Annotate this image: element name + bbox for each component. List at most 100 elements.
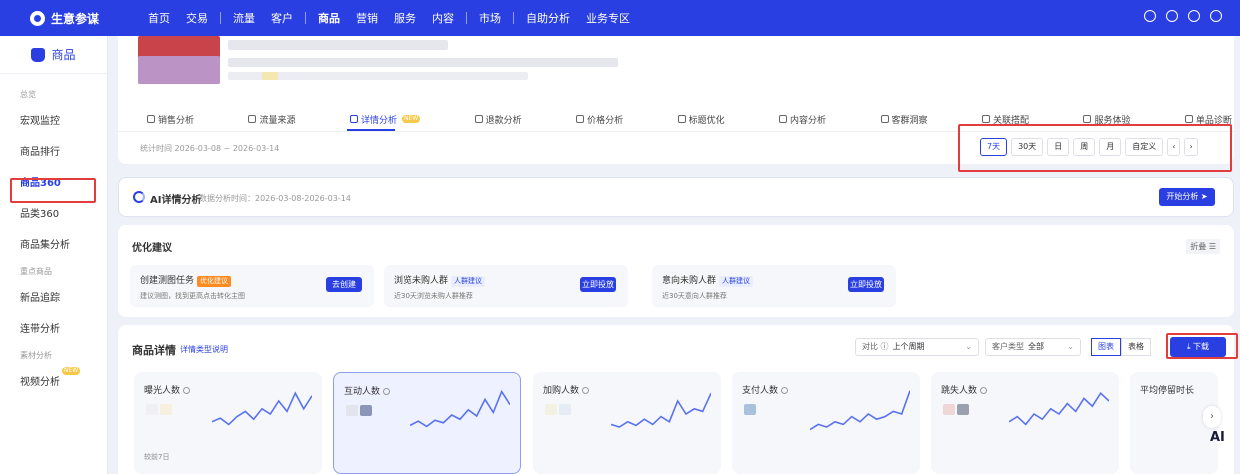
sidebar-item-label: 素材分析 [20,351,52,360]
nav-item-14[interactable]: 业务专区 [578,10,638,26]
suggestion-desc: 近30天意向人群推荐 [662,292,727,300]
help-icon[interactable] [1188,10,1200,22]
nav-item-7[interactable]: 营销 [348,10,386,26]
sidebar-item-label: 宏观监控 [20,116,60,127]
sidebar-item[interactable]: 新品追踪 [0,283,107,314]
detail-icon [349,115,358,123]
metric-label-text: 支付人数 [742,386,779,396]
ai-time: 数据分析时间：2026-03-08-2026-03-14 [199,194,351,203]
suggestion-tag: 优化建议 [197,276,232,287]
metric-value-blur [545,404,557,415]
top-icons [1144,10,1222,22]
sidebar-header-label: 商品 [51,48,76,62]
suggestion-title-text: 创建测图任务 [140,276,195,286]
metric-value-blur [744,404,756,415]
nav-item-11[interactable]: 市场 [471,10,509,26]
sidebar-header[interactable]: 商品 [0,36,107,74]
fold-button[interactable]: 折叠 ☰ [1186,239,1220,254]
sparkline-path [1009,391,1109,426]
view-chart-button[interactable]: 图表 [1091,338,1121,356]
sidebar-item[interactable]: 品类360 [0,199,107,230]
nav-item-8[interactable]: 服务 [386,10,424,26]
sidebar-item[interactable]: 视频分析NEW [0,367,107,398]
tab-1[interactable]: 流量来源 [248,112,295,126]
nav-item-13[interactable]: 自助分析 [518,10,578,26]
metric-sparkline [410,389,510,428]
metric-sparkline [611,392,711,428]
suggestion-desc: 建议测图，找到更高点击转化主图 [140,292,245,300]
tab-label: 流量来源 [259,115,296,126]
compare-select[interactable]: 对比 ⓘ 上个周期 ⌄ [855,338,979,356]
tab-3[interactable]: 退款分析 [474,112,522,126]
detail-type-link[interactable]: 详情类型说明 [180,344,228,355]
service-icon [1083,115,1092,123]
metric-value-blur [346,405,358,416]
nav-item-0[interactable]: 首页 [140,10,178,26]
metric-card[interactable]: 互动人数 [333,372,521,474]
sidebar-item-label: 品类360 [20,209,60,220]
metric-sparkline [212,391,312,426]
metric-label: 支付人数 [742,383,789,396]
sidebar-item[interactable]: 商品排行 [0,137,107,168]
tab-6[interactable]: 内容分析 [779,112,826,126]
sidebar-item-label: 商品集分析 [20,240,70,251]
question-icon [781,387,789,394]
metric-card[interactable]: 跳失人数 [931,372,1119,474]
ai-title: AI详情分析 [150,195,202,206]
nav-item-3[interactable]: 流量 [225,10,263,26]
metric-label-text: 互动人数 [344,387,381,397]
tab-2[interactable]: 详情分析 NEW [349,112,421,126]
nav-item-1[interactable]: 交易 [178,10,216,26]
flow-icon [248,115,257,123]
metric-value-blur [360,405,372,416]
ai-analysis-card: AI详情分析 数据分析时间：2026-03-08-2026-03-14 开始分析… [118,177,1234,217]
shopping-bag-icon [31,47,46,62]
app-logo[interactable]: 生意参谋 [30,10,140,27]
chevron-down-icon: ⌄ [965,342,972,351]
metric-label-text: 平均停留时长 [1140,386,1195,396]
suggestion-tag: 人群建议 [719,276,754,287]
suggestion-title: 意向未购人群 人群建议 [662,273,754,287]
metric-label-text: 跳失人数 [941,386,978,396]
send-icon: ➤ [1200,192,1208,201]
sidebar-item[interactable]: 连带分析 [0,314,107,345]
suggestion-action-button[interactable]: 去创建 [326,277,362,292]
logout-icon[interactable] [1210,10,1222,22]
tab-5[interactable]: 标题优化 [677,112,725,126]
sidebar-item[interactable]: 宏观监控 [0,106,107,137]
carousel-next-button[interactable]: › [1203,406,1221,428]
metric-card[interactable]: 曝光人数 较前7日 [134,372,322,474]
suggestion-action-button[interactable]: 立即投放 [848,277,884,292]
tab-7[interactable]: 客群洞察 [880,112,928,126]
metric-sparkline [810,390,910,431]
user-icon[interactable] [1166,10,1178,22]
start-analysis-button[interactable]: 开始分析 ➤ [1159,188,1215,206]
nav-item-9[interactable]: 内容 [424,10,462,26]
tab-0[interactable]: 销售分析 [147,112,194,126]
refund-icon [474,115,483,123]
suggestion-action-button[interactable]: 立即投放 [580,277,616,292]
tab-4[interactable]: 价格分析 [576,112,623,126]
stat-time: 统计时间 2026-03-08 ~ 2026-03-14 [140,144,280,153]
nav-item-6[interactable]: 商品 [310,10,348,26]
message-icon[interactable] [1144,10,1156,22]
metric-card[interactable]: 加购人数 [533,372,721,474]
sidebar-item-label: 新品追踪 [20,293,60,304]
ai-assistant-button[interactable]: AI [1210,430,1240,456]
sidebar-item[interactable]: 商品集分析 [0,230,107,261]
suggestion-tag: 人群建议 [451,276,486,287]
sparkline-path [410,389,510,428]
metric-value-blur [957,404,969,415]
nav-separator [513,12,514,24]
suggestion-title-text: 浏览未购人群 [394,276,449,286]
customer-type-select[interactable]: 客户类型 全部 ⌄ [985,338,1081,356]
product-detail-card: 商品详情 详情类型说明 对比 ⓘ 上个周期 ⌄ 客户类型 全部 ⌄ 图表 表格 ⤓ … [118,325,1234,474]
metric-value-blur [146,404,158,415]
nav-item-4[interactable]: 客户 [263,10,301,26]
view-table-button[interactable]: 表格 [1121,338,1151,356]
tab-label: 内容分析 [790,115,827,126]
diagnose-icon [1184,115,1193,123]
suggestion-card: 创建测图任务 优化建议建议测图，找到更高点击转化主图 去创建 [130,265,374,307]
metric-card[interactable]: 支付人数 [732,372,920,474]
bag-icon [147,115,155,123]
